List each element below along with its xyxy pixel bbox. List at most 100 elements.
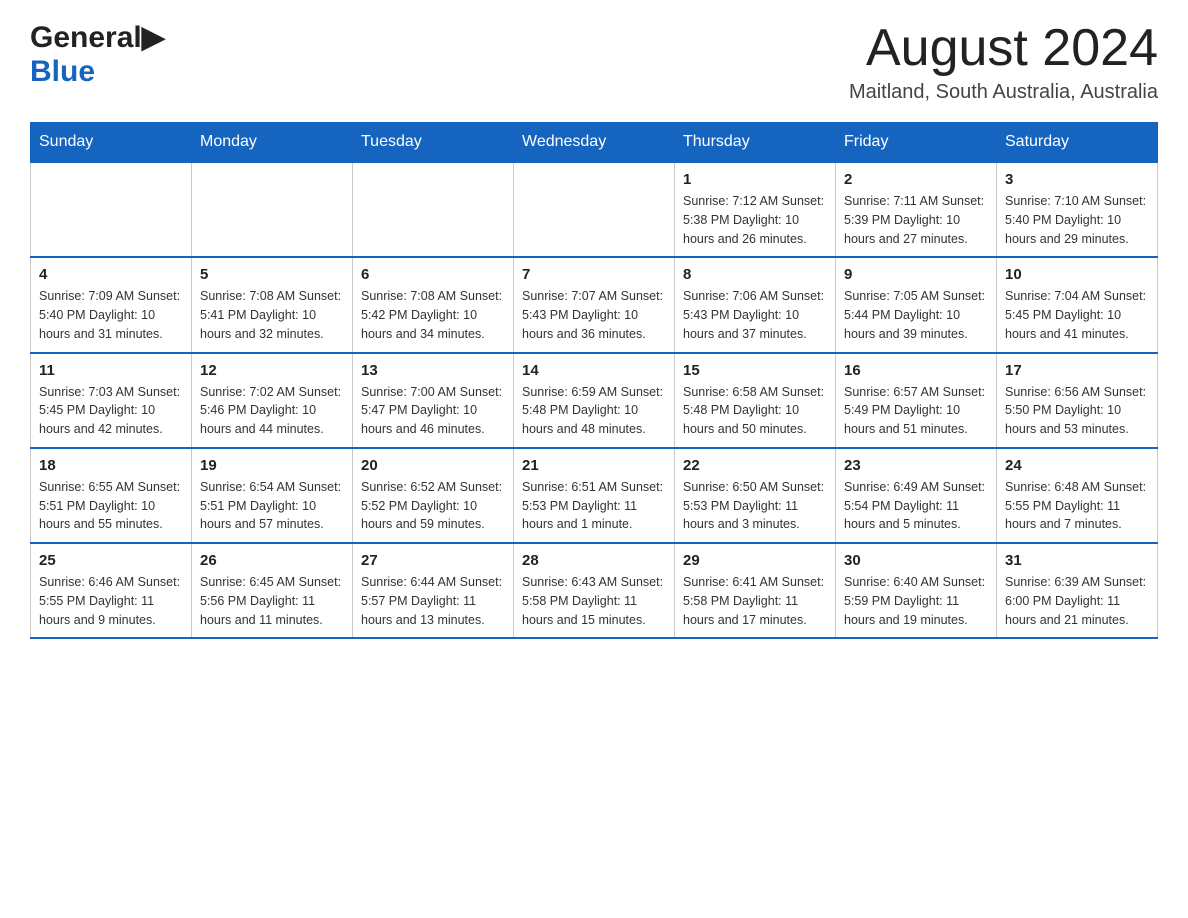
day-info: Sunrise: 7:09 AM Sunset: 5:40 PM Dayligh… bbox=[39, 287, 183, 343]
day-number: 16 bbox=[844, 362, 988, 379]
day-number: 25 bbox=[39, 552, 183, 569]
day-number: 26 bbox=[200, 552, 344, 569]
page-header: General▶ Blue August 2024 Maitland, Sout… bbox=[30, 20, 1158, 104]
week-row-4: 18 Sunrise: 6:55 AM Sunset: 5:51 PM Dayli… bbox=[31, 448, 1158, 543]
day-info: Sunrise: 7:12 AM Sunset: 5:38 PM Dayligh… bbox=[683, 192, 827, 248]
col-header-sunday: Sunday bbox=[31, 123, 192, 163]
day-info: Sunrise: 6:58 AM Sunset: 5:48 PM Dayligh… bbox=[683, 383, 827, 439]
col-header-friday: Friday bbox=[836, 123, 997, 163]
calendar-cell bbox=[514, 162, 675, 257]
calendar-cell: 6 Sunrise: 7:08 AM Sunset: 5:42 PM Daylig… bbox=[353, 257, 514, 352]
day-info: Sunrise: 7:08 AM Sunset: 5:42 PM Dayligh… bbox=[361, 287, 505, 343]
day-info: Sunrise: 6:41 AM Sunset: 5:58 PM Dayligh… bbox=[683, 573, 827, 629]
day-info: Sunrise: 6:49 AM Sunset: 5:54 PM Dayligh… bbox=[844, 478, 988, 534]
calendar-cell bbox=[192, 162, 353, 257]
calendar-table: SundayMondayTuesdayWednesdayThursdayFrid… bbox=[30, 122, 1158, 639]
day-number: 6 bbox=[361, 266, 505, 283]
day-number: 21 bbox=[522, 457, 666, 474]
col-header-tuesday: Tuesday bbox=[353, 123, 514, 163]
calendar-cell: 9 Sunrise: 7:05 AM Sunset: 5:44 PM Daylig… bbox=[836, 257, 997, 352]
day-number: 9 bbox=[844, 266, 988, 283]
day-info: Sunrise: 6:52 AM Sunset: 5:52 PM Dayligh… bbox=[361, 478, 505, 534]
day-number: 22 bbox=[683, 457, 827, 474]
calendar-cell: 5 Sunrise: 7:08 AM Sunset: 5:41 PM Daylig… bbox=[192, 257, 353, 352]
calendar-cell: 8 Sunrise: 7:06 AM Sunset: 5:43 PM Daylig… bbox=[675, 257, 836, 352]
calendar-cell: 20 Sunrise: 6:52 AM Sunset: 5:52 PM Dayli… bbox=[353, 448, 514, 543]
col-header-thursday: Thursday bbox=[675, 123, 836, 163]
day-info: Sunrise: 6:48 AM Sunset: 5:55 PM Dayligh… bbox=[1005, 478, 1149, 534]
day-number: 11 bbox=[39, 362, 183, 379]
day-number: 17 bbox=[1005, 362, 1149, 379]
calendar-cell: 7Sunrise: 7:07 AM Sunset: 5:43 PM Daylig… bbox=[514, 257, 675, 352]
calendar-cell: 29 Sunrise: 6:41 AM Sunset: 5:58 PM Dayli… bbox=[675, 543, 836, 638]
calendar-cell: 11 Sunrise: 7:03 AM Sunset: 5:45 PM Dayli… bbox=[31, 353, 192, 448]
calendar-cell bbox=[353, 162, 514, 257]
day-number: 13 bbox=[361, 362, 505, 379]
calendar-cell: 16 Sunrise: 6:57 AM Sunset: 5:49 PM Dayli… bbox=[836, 353, 997, 448]
calendar-cell: 2 Sunrise: 7:11 AM Sunset: 5:39 PM Daylig… bbox=[836, 162, 997, 257]
calendar-header-row: SundayMondayTuesdayWednesdayThursdayFrid… bbox=[31, 123, 1158, 163]
col-header-monday: Monday bbox=[192, 123, 353, 163]
calendar-cell: 19Sunrise: 6:54 AM Sunset: 5:51 PM Dayli… bbox=[192, 448, 353, 543]
week-row-1: 1 Sunrise: 7:12 AM Sunset: 5:38 PM Daylig… bbox=[31, 162, 1158, 257]
calendar-location: Maitland, South Australia, Australia bbox=[849, 81, 1158, 104]
day-info: Sunrise: 6:57 AM Sunset: 5:49 PM Dayligh… bbox=[844, 383, 988, 439]
day-info: Sunrise: 7:07 AM Sunset: 5:43 PM Dayligh… bbox=[522, 287, 666, 343]
title-area: August 2024 Maitland, South Australia, A… bbox=[849, 20, 1158, 104]
calendar-cell bbox=[31, 162, 192, 257]
calendar-cell: 30Sunrise: 6:40 AM Sunset: 5:59 PM Dayli… bbox=[836, 543, 997, 638]
calendar-cell: 24Sunrise: 6:48 AM Sunset: 5:55 PM Dayli… bbox=[997, 448, 1158, 543]
calendar-cell: 10 Sunrise: 7:04 AM Sunset: 5:45 PM Dayli… bbox=[997, 257, 1158, 352]
day-number: 15 bbox=[683, 362, 827, 379]
day-number: 27 bbox=[361, 552, 505, 569]
day-number: 1 bbox=[683, 171, 827, 188]
week-row-3: 11 Sunrise: 7:03 AM Sunset: 5:45 PM Dayli… bbox=[31, 353, 1158, 448]
day-number: 29 bbox=[683, 552, 827, 569]
day-info: Sunrise: 6:44 AM Sunset: 5:57 PM Dayligh… bbox=[361, 573, 505, 629]
day-info: Sunrise: 6:46 AM Sunset: 5:55 PM Dayligh… bbox=[39, 573, 183, 629]
day-info: Sunrise: 7:05 AM Sunset: 5:44 PM Dayligh… bbox=[844, 287, 988, 343]
day-number: 10 bbox=[1005, 266, 1149, 283]
day-info: Sunrise: 7:02 AM Sunset: 5:46 PM Dayligh… bbox=[200, 383, 344, 439]
day-info: Sunrise: 7:06 AM Sunset: 5:43 PM Dayligh… bbox=[683, 287, 827, 343]
calendar-cell: 25 Sunrise: 6:46 AM Sunset: 5:55 PM Dayli… bbox=[31, 543, 192, 638]
calendar-cell: 14Sunrise: 6:59 AM Sunset: 5:48 PM Dayli… bbox=[514, 353, 675, 448]
calendar-cell: 26Sunrise: 6:45 AM Sunset: 5:56 PM Dayli… bbox=[192, 543, 353, 638]
calendar-cell: 27 Sunrise: 6:44 AM Sunset: 5:57 PM Dayli… bbox=[353, 543, 514, 638]
day-info: Sunrise: 7:03 AM Sunset: 5:45 PM Dayligh… bbox=[39, 383, 183, 439]
day-info: Sunrise: 7:04 AM Sunset: 5:45 PM Dayligh… bbox=[1005, 287, 1149, 343]
day-info: Sunrise: 7:00 AM Sunset: 5:47 PM Dayligh… bbox=[361, 383, 505, 439]
calendar-title: August 2024 bbox=[849, 20, 1158, 77]
day-info: Sunrise: 6:51 AM Sunset: 5:53 PM Dayligh… bbox=[522, 478, 666, 534]
day-info: Sunrise: 7:08 AM Sunset: 5:41 PM Dayligh… bbox=[200, 287, 344, 343]
col-header-saturday: Saturday bbox=[997, 123, 1158, 163]
calendar-cell: 31Sunrise: 6:39 AM Sunset: 6:00 PM Dayli… bbox=[997, 543, 1158, 638]
day-info: Sunrise: 6:40 AM Sunset: 5:59 PM Dayligh… bbox=[844, 573, 988, 629]
day-number: 4 bbox=[39, 266, 183, 283]
calendar-cell: 21 Sunrise: 6:51 AM Sunset: 5:53 PM Dayli… bbox=[514, 448, 675, 543]
day-number: 20 bbox=[361, 457, 505, 474]
day-info: Sunrise: 6:43 AM Sunset: 5:58 PM Dayligh… bbox=[522, 573, 666, 629]
day-number: 14 bbox=[522, 362, 666, 379]
day-number: 5 bbox=[200, 266, 344, 283]
day-info: Sunrise: 6:54 AM Sunset: 5:51 PM Dayligh… bbox=[200, 478, 344, 534]
day-info: Sunrise: 6:50 AM Sunset: 5:53 PM Dayligh… bbox=[683, 478, 827, 534]
calendar-cell: 13 Sunrise: 7:00 AM Sunset: 5:47 PM Dayli… bbox=[353, 353, 514, 448]
calendar-cell: 17 Sunrise: 6:56 AM Sunset: 5:50 PM Dayli… bbox=[997, 353, 1158, 448]
day-info: Sunrise: 7:11 AM Sunset: 5:39 PM Dayligh… bbox=[844, 192, 988, 248]
logo-line1: General▶ bbox=[30, 20, 165, 55]
day-number: 31 bbox=[1005, 552, 1149, 569]
calendar-cell: 3Sunrise: 7:10 AM Sunset: 5:40 PM Daylig… bbox=[997, 162, 1158, 257]
week-row-2: 4 Sunrise: 7:09 AM Sunset: 5:40 PM Daylig… bbox=[31, 257, 1158, 352]
day-number: 23 bbox=[844, 457, 988, 474]
calendar-cell: 28Sunrise: 6:43 AM Sunset: 5:58 PM Dayli… bbox=[514, 543, 675, 638]
day-number: 2 bbox=[844, 171, 988, 188]
day-number: 18 bbox=[39, 457, 183, 474]
logo-line2: Blue bbox=[30, 55, 165, 89]
calendar-cell: 23 Sunrise: 6:49 AM Sunset: 5:54 PM Dayli… bbox=[836, 448, 997, 543]
day-info: Sunrise: 6:55 AM Sunset: 5:51 PM Dayligh… bbox=[39, 478, 183, 534]
day-info: Sunrise: 6:56 AM Sunset: 5:50 PM Dayligh… bbox=[1005, 383, 1149, 439]
calendar-cell: 15 Sunrise: 6:58 AM Sunset: 5:48 PM Dayli… bbox=[675, 353, 836, 448]
col-header-wednesday: Wednesday bbox=[514, 123, 675, 163]
day-number: 8 bbox=[683, 266, 827, 283]
